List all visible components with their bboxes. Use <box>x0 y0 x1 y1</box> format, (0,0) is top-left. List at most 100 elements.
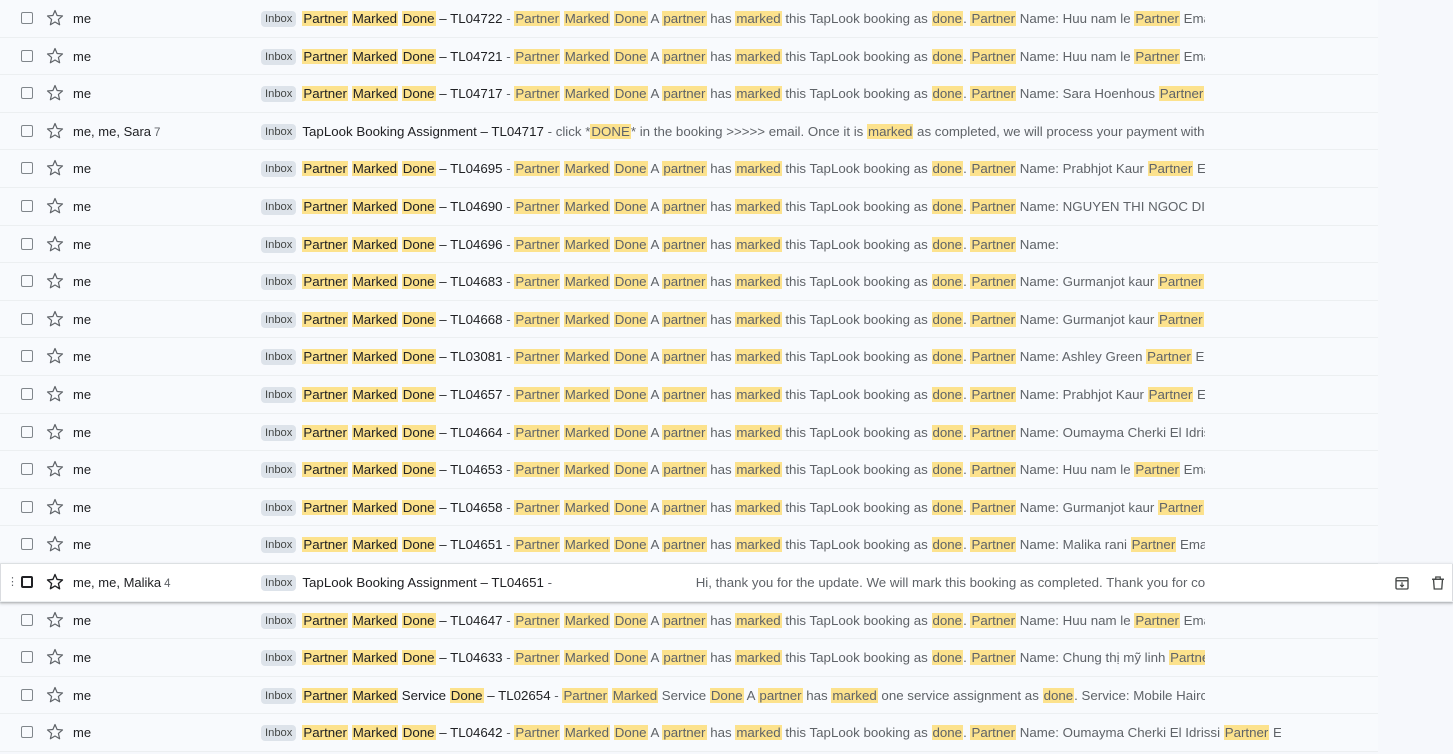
inbox-label-badge[interactable]: Inbox <box>261 386 297 403</box>
checkbox-icon[interactable] <box>21 387 33 400</box>
trash-icon[interactable] <box>1429 574 1447 592</box>
email-content[interactable]: Inbox Partner Marked Done – TL04633 - Par… <box>261 648 1205 668</box>
star-outline-icon[interactable] <box>46 423 64 441</box>
drag-handle-icon[interactable]: ⋮⋮ <box>7 575 28 589</box>
email-row[interactable]: me Inbox Partner Marked Done – TL04721 - P… <box>0 37 1378 76</box>
star-outline-icon[interactable] <box>46 723 64 741</box>
email-row[interactable]: me Inbox Partner Marked Done – TL03081 - P… <box>0 338 1378 376</box>
checkbox-icon[interactable] <box>21 688 33 701</box>
email-content[interactable]: Inbox Partner Marked Done – TL03081 - Par… <box>261 347 1205 367</box>
email-row[interactable]: me Inbox Partner Marked Done – TL04683 - P… <box>0 263 1378 301</box>
star-outline-icon[interactable] <box>46 460 64 478</box>
checkbox-icon[interactable] <box>21 726 33 739</box>
email-content[interactable]: Inbox Partner Marked Done – TL04668 - Par… <box>261 310 1205 330</box>
star-outline-icon[interactable] <box>46 235 64 253</box>
checkbox-icon[interactable] <box>21 350 33 363</box>
checkbox-icon[interactable] <box>21 49 33 62</box>
email-row[interactable]: me Inbox Partner Marked Done – TL04668 - P… <box>0 300 1378 339</box>
checkbox-icon[interactable] <box>21 124 33 137</box>
inbox-label-badge[interactable]: Inbox <box>261 650 297 667</box>
star-outline-icon[interactable] <box>46 611 64 629</box>
inbox-label-badge[interactable]: Inbox <box>261 274 297 291</box>
email-row[interactable]: me Inbox Partner Marked Done – TL04633 - P… <box>0 639 1378 677</box>
email-row[interactable]: me Inbox Partner Marked Done – TL04690 - P… <box>0 187 1378 226</box>
star-outline-icon[interactable] <box>46 686 64 704</box>
email-content[interactable]: Inbox TapLook Booking Assignment – TL0471… <box>261 122 1205 142</box>
checkbox-icon[interactable] <box>21 12 33 24</box>
email-content[interactable]: Inbox Partner Marked Done – TL04642 - Par… <box>261 723 1281 743</box>
checkbox-icon[interactable] <box>21 651 33 664</box>
email-row[interactable]: ⋮⋮ me, me, Malika 4 Inbox TapLook Booking As… <box>0 563 1453 602</box>
checkbox-icon[interactable] <box>21 87 33 100</box>
email-content[interactable]: Inbox Partner Marked Done – TL04695 - Par… <box>261 159 1205 179</box>
star-outline-icon[interactable] <box>46 84 64 102</box>
email-row[interactable]: me Inbox Partner Marked Done – TL04653 - P… <box>0 451 1378 489</box>
checkbox-icon[interactable] <box>21 162 33 175</box>
star-outline-icon[interactable] <box>46 197 64 215</box>
email-content[interactable]: Inbox Partner Marked Done – TL04653 - Par… <box>261 460 1205 480</box>
email-row[interactable]: me Inbox Partner Marked Done – TL04664 - P… <box>0 413 1378 452</box>
checkbox-icon[interactable] <box>21 613 33 626</box>
inbox-label-badge[interactable]: Inbox <box>261 161 297 178</box>
star-outline-icon[interactable] <box>46 310 64 328</box>
email-content[interactable]: Inbox Partner Marked Done – TL04657 - Par… <box>261 385 1205 405</box>
checkbox-icon[interactable] <box>21 538 33 551</box>
email-content[interactable]: Inbox Partner Marked Done – TL04721 - Par… <box>261 47 1205 67</box>
email-row[interactable]: me Inbox Partner Marked Done – TL04722 - P… <box>0 0 1378 38</box>
inbox-label-badge[interactable]: Inbox <box>261 123 297 140</box>
star-outline-icon[interactable] <box>46 498 64 516</box>
inbox-label-badge[interactable]: Inbox <box>261 198 297 215</box>
checkbox-icon[interactable] <box>21 500 33 513</box>
email-row[interactable]: me Inbox Partner Marked Done – TL04717 - P… <box>0 75 1378 113</box>
email-row[interactable]: me Inbox Partner Marked Done – TL04658 - P… <box>0 488 1378 527</box>
inbox-label-badge[interactable]: Inbox <box>261 311 297 328</box>
email-row[interactable]: me Inbox Partner Marked Done – TL04657 - P… <box>0 375 1378 414</box>
archive-icon[interactable] <box>1393 574 1411 592</box>
star-outline-icon[interactable] <box>46 159 64 177</box>
checkbox-icon[interactable] <box>21 463 33 476</box>
star-outline-icon[interactable] <box>46 648 64 666</box>
email-content[interactable]: Inbox Partner Marked Done – TL04647 - Par… <box>261 611 1205 631</box>
inbox-label-badge[interactable]: Inbox <box>261 537 297 554</box>
email-content[interactable]: Inbox Partner Marked Done – TL04690 - Par… <box>261 197 1205 217</box>
email-row[interactable]: me Inbox Partner Marked Done – TL04696 - P… <box>0 225 1378 264</box>
checkbox-icon[interactable] <box>21 575 33 588</box>
email-content[interactable]: Inbox Partner Marked Done – TL04683 - Par… <box>261 272 1205 292</box>
star-outline-icon[interactable] <box>46 272 64 290</box>
email-content[interactable]: Inbox TapLook Booking Assignment – TL0465… <box>261 573 1205 593</box>
checkbox-icon[interactable] <box>21 199 33 212</box>
star-outline-icon[interactable] <box>46 47 64 65</box>
email-content[interactable]: Inbox Partner Marked Done – TL04722 - Par… <box>261 9 1205 29</box>
email-content[interactable]: Inbox Partner Marked Done – TL04658 - Par… <box>261 498 1205 518</box>
email-content[interactable]: Inbox Partner Marked Done – TL04696 - Par… <box>261 235 1205 255</box>
inbox-label-badge[interactable]: Inbox <box>261 462 297 479</box>
email-content[interactable]: Inbox Partner Marked Done – TL04664 - Par… <box>261 423 1205 443</box>
inbox-label-badge[interactable]: Inbox <box>261 424 297 441</box>
star-outline-icon[interactable] <box>46 573 64 591</box>
checkbox-icon[interactable] <box>21 425 33 438</box>
inbox-label-badge[interactable]: Inbox <box>261 574 297 591</box>
email-row[interactable]: me Inbox Partner Marked Done – TL04642 - P… <box>0 714 1378 752</box>
inbox-label-badge[interactable]: Inbox <box>261 499 297 516</box>
email-row[interactable]: me Inbox Partner Marked Done – TL04651 - P… <box>0 526 1378 564</box>
checkbox-icon[interactable] <box>21 312 33 325</box>
inbox-label-badge[interactable]: Inbox <box>261 687 297 704</box>
email-content[interactable]: Inbox Partner Marked Done – TL04651 - Par… <box>261 535 1205 555</box>
email-row[interactable]: me, me, Sara 7 Inbox TapLook Booking Assign… <box>0 112 1378 151</box>
inbox-label-badge[interactable]: Inbox <box>261 349 297 366</box>
star-outline-icon[interactable] <box>46 535 64 553</box>
checkbox-icon[interactable] <box>21 275 33 288</box>
inbox-label-badge[interactable]: Inbox <box>261 725 297 742</box>
checkbox-icon[interactable] <box>21 237 33 250</box>
star-outline-icon[interactable] <box>46 122 64 140</box>
inbox-label-badge[interactable]: Inbox <box>261 612 297 629</box>
email-row[interactable]: me Inbox Partner Marked Done – TL04647 - P… <box>0 601 1378 640</box>
email-row[interactable]: me Inbox Partner Marked Service Done – TL0… <box>0 676 1378 715</box>
star-outline-icon[interactable] <box>46 347 64 365</box>
inbox-label-badge[interactable]: Inbox <box>261 11 297 27</box>
inbox-label-badge[interactable]: Inbox <box>261 236 297 253</box>
email-row[interactable]: me Inbox Partner Marked Done – TL04695 - P… <box>0 150 1378 188</box>
inbox-label-badge[interactable]: Inbox <box>261 86 297 103</box>
star-outline-icon[interactable] <box>46 9 64 27</box>
inbox-label-badge[interactable]: Inbox <box>261 48 297 65</box>
